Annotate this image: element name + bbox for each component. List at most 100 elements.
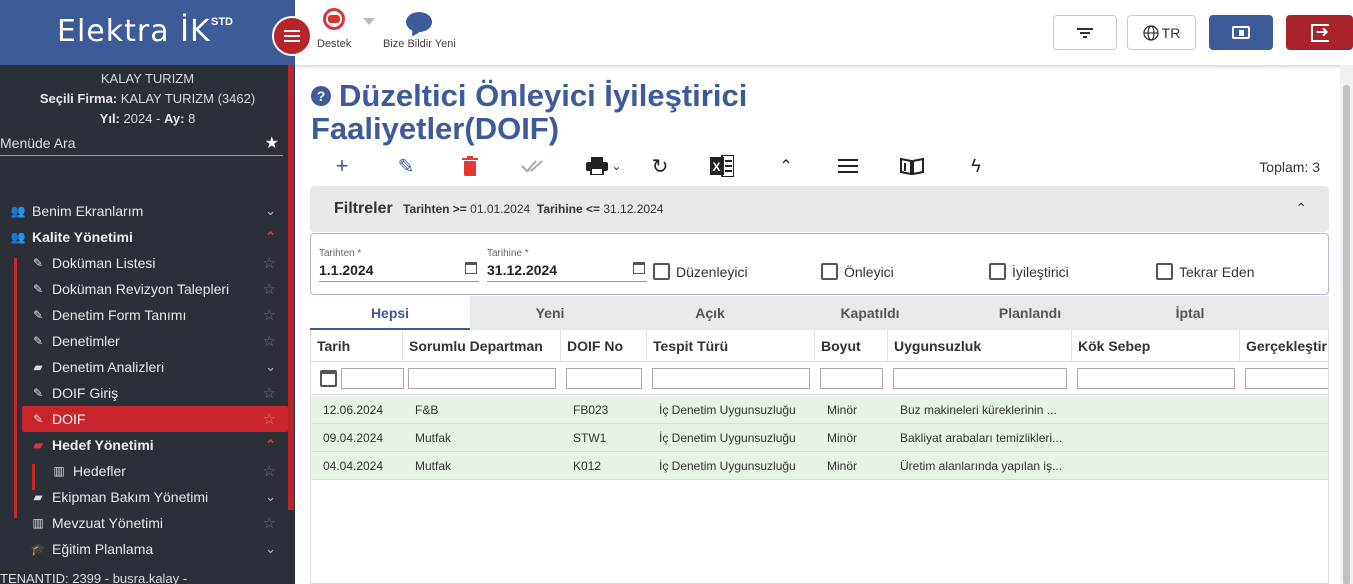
column-header[interactable]: Gerçekleştirile (1239, 330, 1328, 362)
filter-input-tarih[interactable] (341, 368, 404, 389)
column-header[interactable]: DOIF No (560, 330, 623, 362)
date-from-value[interactable]: 1.1.2024 (319, 262, 374, 278)
data-grid: Tarih Sorumlu Departman DOIF No Tespit T… (310, 330, 1329, 584)
chevron-up-icon: ⌃ (265, 437, 276, 452)
star-outline-icon[interactable]: ☆ (263, 384, 276, 402)
table-row[interactable]: 04.04.2024 Mutfak K012 İç Denetim Uyguns… (311, 452, 1328, 480)
refresh-button[interactable]: ↻ (647, 153, 673, 179)
grid-header: Tarih Sorumlu Departman DOIF No Tespit T… (311, 330, 1328, 362)
filter-input-kok-sebep[interactable] (1077, 368, 1235, 389)
delete-button[interactable] (457, 153, 483, 179)
menu-search[interactable]: Menüde Ara ★ (0, 130, 283, 156)
quick-action-button[interactable]: ϟ (963, 153, 989, 179)
tab-iptal[interactable]: İptal (1110, 296, 1270, 330)
column-header[interactable]: Kök Sebep (1071, 330, 1150, 362)
print-button[interactable]: ⌄ (583, 153, 625, 179)
favorites-star-icon[interactable]: ★ (265, 133, 279, 153)
table-row[interactable]: 09.04.2024 Mutfak STW1 İç Denetim Uyguns… (311, 424, 1328, 452)
checkbox-duzenleyici[interactable]: Düzenleyici (653, 263, 748, 280)
star-outline-icon[interactable]: ☆ (263, 254, 276, 272)
filter-toggle-button[interactable] (1053, 15, 1117, 50)
add-button[interactable]: + (329, 153, 355, 179)
users-icon: 👥 (10, 204, 26, 218)
folder-icon: ▰ (33, 490, 43, 504)
sidebar-item-egitim-planlama[interactable]: 🎓 Eğitim Planlama ⌄ (0, 536, 288, 562)
sidebar-item-denetim-form[interactable]: ✎ Denetim Form Tanımı ☆ (0, 302, 288, 328)
date-from-label: Tarihten * (319, 248, 362, 259)
caret-down-icon: ⌄ (611, 159, 622, 173)
filter-input-uygunsuzluk[interactable] (893, 368, 1067, 389)
guide-button[interactable] (899, 153, 925, 179)
sidebar-item-hedefler[interactable]: ▥ Hedefler ☆ (0, 458, 288, 484)
star-outline-icon[interactable]: ☆ (263, 514, 276, 532)
calendar-icon[interactable] (320, 370, 337, 387)
column-header[interactable]: Tespit Türü (646, 330, 728, 362)
page-title: ? Düzeltici Önleyici İyileştirici Faaliye… (311, 78, 748, 146)
sidebar-item-doif-giris[interactable]: ✎ DOIF Giriş ☆ (0, 380, 288, 406)
sidebar-item-doif[interactable]: ✎ DOIF ☆ (22, 406, 288, 432)
edit-doc-icon: ✎ (32, 334, 44, 348)
filter-input-tespit-turu[interactable] (652, 368, 810, 389)
star-outline-icon[interactable]: ☆ (263, 410, 276, 428)
feedback-button[interactable]: Bize Bildir Yeni (383, 6, 456, 50)
column-header[interactable]: Uygunsuzluk (887, 330, 981, 362)
calendar-icon[interactable] (465, 262, 477, 274)
open-book-icon (900, 157, 924, 175)
checkbox-tekrar-eden[interactable]: Tekrar Eden (1156, 263, 1254, 280)
tab-yeni[interactable]: Yeni (470, 296, 630, 330)
help-icon[interactable]: ? (311, 86, 331, 106)
language-button[interactable]: TR (1127, 15, 1196, 50)
logout-button[interactable] (1286, 15, 1353, 50)
filter-panel-header[interactable]: Filtreler Tarihten >= 01.01.2024 Tarihin… (310, 186, 1329, 232)
filter-input-departman[interactable] (408, 368, 556, 389)
date-to-value[interactable]: 31.12.2024 (487, 262, 557, 278)
support-button[interactable]: Destek (317, 6, 375, 50)
edit-doc-icon: ✎ (32, 282, 44, 296)
sidebar-item-dokuman-revizyon[interactable]: ✎ Doküman Revizyon Talepleri ☆ (0, 276, 288, 302)
star-outline-icon[interactable]: ☆ (263, 280, 276, 298)
column-header[interactable]: Sorumlu Departman (402, 330, 543, 362)
checkbox-onleyici[interactable]: Önleyici (821, 263, 894, 280)
column-header[interactable]: Tarih (311, 330, 350, 362)
hamburger-menu-button[interactable] (272, 16, 312, 56)
star-outline-icon[interactable]: ☆ (263, 306, 276, 324)
column-header[interactable]: Boyut (814, 330, 861, 362)
collapse-button[interactable]: ⌃ (773, 153, 799, 179)
tab-hepsi[interactable]: Hepsi (310, 296, 470, 330)
sidebar-item-denetim-analizleri[interactable]: ▰ Denetim Analizleri ⌄ (0, 354, 288, 380)
tab-planlandi[interactable]: Planlandı (950, 296, 1110, 330)
approve-button[interactable] (519, 153, 545, 179)
lock-screen-button[interactable] (1209, 15, 1273, 50)
sidebar-item-mevzuat[interactable]: ▥ Mevzuat Yönetimi ☆ (0, 510, 288, 536)
selected-company: Seçili Firma: KALAY TURIZM (3462) (39, 91, 256, 106)
sidebar-item-hedef-yonetimi[interactable]: ▰ Hedef Yönetimi ⌃ (0, 432, 288, 458)
date-from-field[interactable]: Tarihten * 1.1.2024 (319, 248, 479, 282)
trash-icon (462, 156, 478, 176)
company-info: KALAY TURIZM Seçili Firma: KALAY TURIZM … (0, 65, 295, 129)
filter-input-gerceklestirilen[interactable] (1245, 368, 1328, 389)
filter-input-doif-no[interactable] (566, 368, 642, 389)
sidebar-item-benim-ekranlarim[interactable]: 👥 Benim Ekranlarım ⌄ (0, 198, 288, 224)
sidebar-item-kalite-yonetimi[interactable]: 👥 Kalite Yönetimi ⌃ (0, 224, 288, 250)
sidebar-item-dokuman-listesi[interactable]: ✎ Doküman Listesi ☆ (0, 250, 288, 276)
sidebar-scrollbar[interactable] (288, 65, 294, 510)
sidebar-item-denetimler[interactable]: ✎ Denetimler ☆ (0, 328, 288, 354)
sidebar-item-ekipman-bakim[interactable]: ▰ Ekipman Bakım Yönetimi ⌄ (0, 484, 288, 510)
page-scrollbar[interactable] (1340, 65, 1353, 584)
tab-kapatildi[interactable]: Kapatıldı (790, 296, 950, 330)
tenant-info: TENANTID: 2399 - busra.kalay - (0, 571, 188, 584)
chevron-up-icon[interactable]: ⌃ (1295, 200, 1307, 217)
tab-acik[interactable]: Açık (630, 296, 790, 330)
star-outline-icon[interactable]: ☆ (263, 462, 276, 480)
menu-lines-button[interactable] (835, 153, 861, 179)
edit-button[interactable]: ✎ (393, 153, 419, 179)
date-to-field[interactable]: Tarihine * 31.12.2024 (487, 248, 647, 282)
table-row[interactable]: 12.06.2024 F&B FB023 İç Denetim Uygunsuz… (311, 396, 1328, 424)
calendar-icon[interactable] (633, 262, 645, 274)
excel-export-button[interactable]: X (709, 153, 735, 179)
filter-input-boyut[interactable] (820, 368, 883, 389)
svg-text:X: X (713, 160, 721, 174)
period: Yıl: 2024 - Ay: 8 (99, 111, 196, 126)
checkbox-iyilestirici[interactable]: İyileştirici (989, 263, 1069, 280)
star-outline-icon[interactable]: ☆ (263, 332, 276, 350)
